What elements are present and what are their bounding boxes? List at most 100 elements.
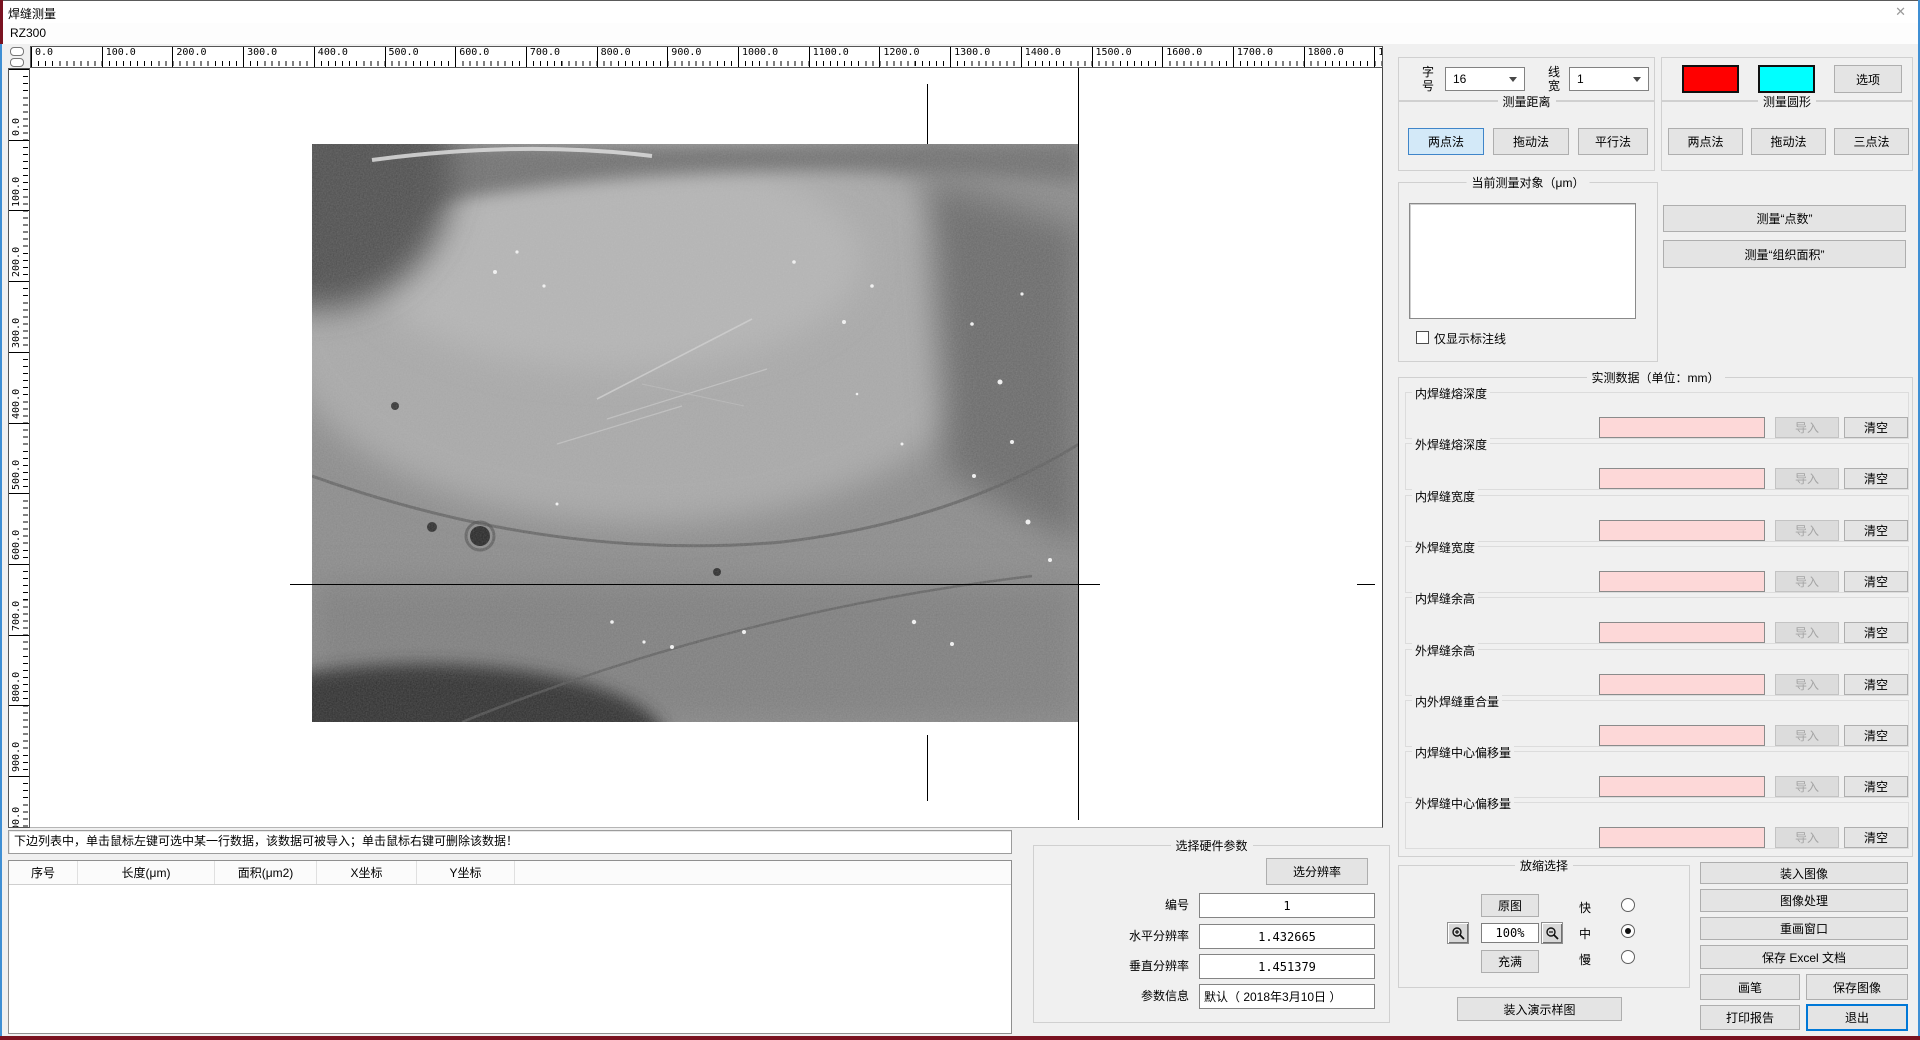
column-header-x[interactable]: X坐标 [317, 861, 417, 884]
clear-button[interactable]: 清空 [1844, 520, 1908, 541]
hw-field-vres[interactable]: 1.451379 [1199, 954, 1375, 979]
v-ruler-label: 300.0 [10, 284, 23, 348]
clear-button[interactable]: 清空 [1844, 827, 1908, 848]
exit-button[interactable]: 退出 [1806, 1004, 1908, 1031]
data-table[interactable]: 序号 长度(μm) 面积(μm2) X坐标 Y坐标 [8, 860, 1012, 1034]
measured-value-field[interactable] [1599, 674, 1765, 695]
measured-row: 内焊缝宽度导入清空 [1405, 495, 1909, 542]
measured-value-field[interactable] [1599, 417, 1765, 438]
zoom-in-button[interactable] [1447, 922, 1469, 944]
v-ruler-label: 0.0 [10, 72, 23, 136]
zoom-out-icon [1545, 926, 1560, 941]
options-button[interactable]: 选项 [1834, 65, 1902, 93]
zoom-in-icon [1451, 926, 1466, 941]
line-width-dropdown[interactable]: 1 [1569, 67, 1649, 91]
import-button[interactable]: 导入 [1775, 622, 1839, 643]
crosshair-v-top [927, 84, 928, 144]
v-ruler-tick: 300.0 [9, 281, 29, 351]
measured-data-group: 实测数据（单位：mm） 内焊缝熔深度导入清空外焊缝熔深度导入清空内焊缝宽度导入清… [1398, 377, 1913, 857]
menu-bar: RZ300 [0, 23, 1920, 44]
window-border-bottom [0, 1036, 1920, 1040]
print-report-button[interactable]: 打印报告 [1700, 1005, 1800, 1030]
save-image-button[interactable]: 保存图像 [1806, 974, 1908, 1000]
color-swatch-secondary[interactable] [1758, 65, 1815, 93]
column-header-y[interactable]: Y坐标 [417, 861, 515, 884]
import-button[interactable]: 导入 [1775, 468, 1839, 489]
select-resolution-button[interactable]: 选分辨率 [1266, 858, 1368, 885]
close-icon[interactable]: ✕ [1895, 4, 1906, 20]
clear-button[interactable]: 清空 [1844, 725, 1908, 746]
import-button[interactable]: 导入 [1775, 776, 1839, 797]
speed-slow-radio[interactable] [1621, 950, 1635, 964]
color-swatch-primary[interactable] [1682, 65, 1739, 93]
v-ruler-tick: 1000.0 [9, 776, 29, 828]
v-ruler-tick: 900.0 [9, 705, 29, 775]
show-annotation-only-checkbox[interactable] [1416, 331, 1429, 344]
column-header-area[interactable]: 面积(μm2) [215, 861, 317, 884]
h-ruler-tick: 1600.0 [1162, 47, 1202, 67]
clear-button[interactable]: 清空 [1844, 571, 1908, 592]
measure-points-button[interactable]: 测量“点数” [1663, 205, 1906, 232]
measured-value-field[interactable] [1599, 468, 1765, 489]
clear-button[interactable]: 清空 [1844, 674, 1908, 695]
measured-value-field[interactable] [1599, 622, 1765, 643]
weld-photo-image [312, 144, 1079, 722]
font-size-value: 16 [1453, 72, 1466, 86]
font-size-dropdown[interactable]: 16 [1445, 67, 1525, 91]
list-instruction: 下边列表中，单击鼠标左键可选中某一行数据，该数据可被导入；单击鼠标右键可删除该数… [8, 830, 1012, 854]
column-header-length[interactable]: 长度(μm) [78, 861, 215, 884]
distance-drag-button[interactable]: 拖动法 [1493, 128, 1569, 155]
pen-button[interactable]: 画笔 [1700, 974, 1800, 1000]
clear-button[interactable]: 清空 [1844, 468, 1908, 489]
measured-value-field[interactable] [1599, 827, 1765, 848]
h-ruler-tick: 1400.0 [1021, 47, 1061, 67]
app-window: 焊缝测量 ✕ RZ300 0.0100.0200.0300.0400.0500.… [0, 0, 1920, 1040]
image-process-button[interactable]: 图像处理 [1700, 889, 1908, 912]
h-ruler-tick: 300.0 [243, 47, 277, 67]
import-button[interactable]: 导入 [1775, 417, 1839, 438]
hw-field-number[interactable]: 1 [1199, 893, 1375, 918]
distance-two-point-button[interactable]: 两点法 [1408, 128, 1484, 155]
measured-row-label: 外焊缝中心偏移量 [1412, 795, 1514, 812]
zoom-panel-title: 放缩选择 [1515, 857, 1573, 874]
distance-parallel-button[interactable]: 平行法 [1578, 128, 1648, 155]
import-button[interactable]: 导入 [1775, 571, 1839, 592]
speed-fast-radio[interactable] [1621, 898, 1635, 912]
hw-field-paraminfo[interactable]: 默认（ 2018年3月10日 ） [1199, 984, 1375, 1009]
h-ruler-tick: 700.0 [526, 47, 560, 67]
ruler-corner-box [10, 58, 24, 67]
measured-value-field[interactable] [1599, 776, 1765, 797]
zoom-out-button[interactable] [1541, 922, 1563, 944]
weld-photo[interactable] [312, 144, 1079, 722]
import-button[interactable]: 导入 [1775, 674, 1839, 695]
hw-field-hres[interactable]: 1.432665 [1199, 924, 1375, 949]
redraw-window-button[interactable]: 重画窗口 [1700, 917, 1908, 940]
load-demo-image-button[interactable]: 装入演示样图 [1457, 997, 1622, 1021]
menu-item-rz300[interactable]: RZ300 [10, 26, 46, 40]
clear-button[interactable]: 清空 [1844, 622, 1908, 643]
circle-three-point-button[interactable]: 三点法 [1834, 128, 1909, 155]
zoom-percent-field[interactable]: 100% [1481, 923, 1539, 943]
circle-drag-button[interactable]: 拖动法 [1751, 128, 1826, 155]
clear-button[interactable]: 清空 [1844, 417, 1908, 438]
speed-medium-radio[interactable] [1621, 924, 1635, 938]
measured-value-field[interactable] [1599, 520, 1765, 541]
measure-area-button[interactable]: 测量“组织面积” [1663, 240, 1906, 268]
measured-value-field[interactable] [1599, 571, 1765, 592]
current-object-title: 当前测量对象（μm） [1467, 174, 1590, 191]
clear-button[interactable]: 清空 [1844, 776, 1908, 797]
save-excel-button[interactable]: 保存 Excel 文档 [1700, 945, 1908, 969]
measured-row: 内焊缝中心偏移量导入清空 [1405, 751, 1909, 798]
load-image-button[interactable]: 装入图像 [1700, 862, 1908, 884]
original-size-button[interactable]: 原图 [1481, 894, 1539, 917]
measured-value-field[interactable] [1599, 725, 1765, 746]
import-button[interactable]: 导入 [1775, 520, 1839, 541]
import-button[interactable]: 导入 [1775, 725, 1839, 746]
fit-button[interactable]: 充满 [1481, 950, 1539, 973]
column-header-index[interactable]: 序号 [9, 861, 78, 884]
import-button[interactable]: 导入 [1775, 827, 1839, 848]
crosshair-v-right [1078, 68, 1079, 820]
window-border-left-top [0, 0, 3, 44]
h-ruler: 0.0100.0200.0300.0400.0500.0600.0700.080… [30, 46, 1383, 68]
circle-two-point-button[interactable]: 两点法 [1668, 128, 1743, 155]
